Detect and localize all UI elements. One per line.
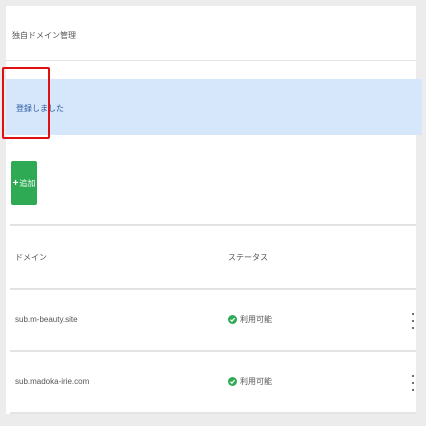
column-header-status: ステータス <box>228 253 268 262</box>
domain-cell: sub.m-beauty.site <box>15 315 78 324</box>
add-domain-button[interactable]: + 追加 <box>11 161 37 205</box>
domain-cell: sub.madoka-irie.com <box>15 377 90 386</box>
row-menu-icon[interactable] <box>410 375 416 391</box>
table-row: sub.madoka-irie.com 利用可能 <box>10 352 416 414</box>
add-button-label: 追加 <box>19 178 36 188</box>
check-circle-icon <box>228 315 237 324</box>
status-cell: 利用可能 <box>228 376 272 387</box>
page-header: 独自ドメイン管理 <box>6 6 416 61</box>
check-circle-icon <box>228 377 237 386</box>
success-alert: 登録しました <box>6 79 422 135</box>
column-header-domain: ドメイン <box>15 253 47 262</box>
highlight-box <box>2 67 50 139</box>
row-menu-icon[interactable] <box>410 313 416 329</box>
status-label: 利用可能 <box>240 315 272 324</box>
table-header: ドメイン ステータス <box>10 224 416 290</box>
status-label: 利用可能 <box>240 377 272 386</box>
table-row: sub.m-beauty.site 利用可能 <box>10 290 416 352</box>
plus-icon: + <box>12 177 19 189</box>
page-title: 独自ドメイン管理 <box>12 31 76 40</box>
status-cell: 利用可能 <box>228 314 272 325</box>
domain-management-card: 独自ドメイン管理 登録しました + 追加 ドメイン ステータス sub.m-be… <box>6 6 422 414</box>
domain-table: ドメイン ステータス sub.m-beauty.site 利用可能 sub.ma… <box>10 224 416 414</box>
